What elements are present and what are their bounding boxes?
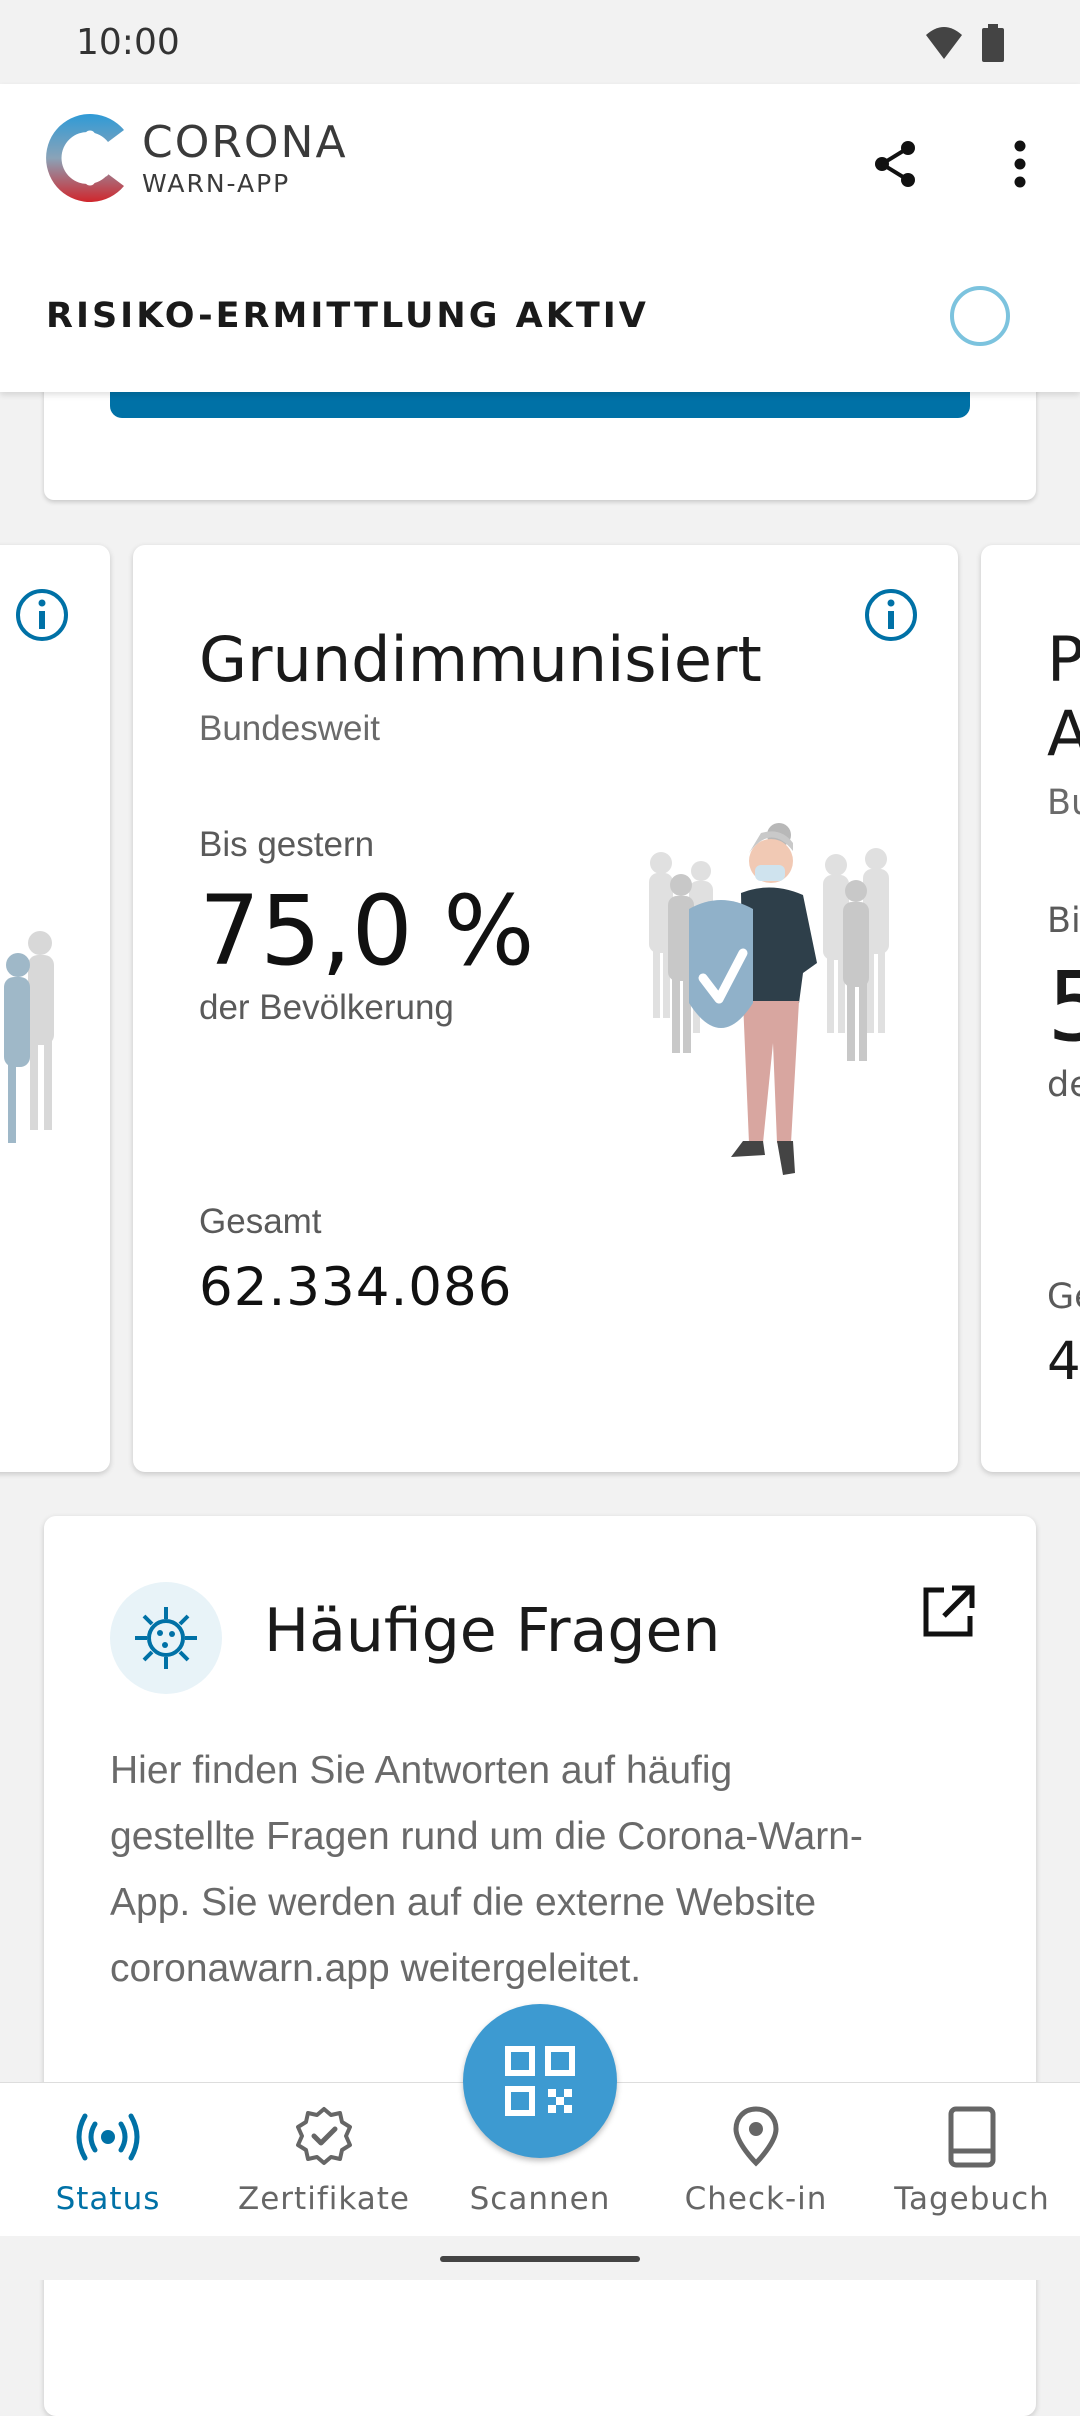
virus-icon: [110, 1582, 222, 1694]
period-label: Bis gestern: [199, 825, 375, 864]
logo-text-line2: WARN-APP: [142, 168, 291, 198]
card-title: Grundimmunisiert: [199, 623, 762, 696]
corona-warn-app-logo: CORONA WARN-APP: [42, 108, 348, 208]
vaccinated-person-illustration: [649, 823, 889, 1175]
nav-item-certificates[interactable]: Zertifikate: [216, 2105, 432, 2217]
book-icon: [948, 2106, 996, 2168]
nav-item-check-in[interactable]: Check-in: [648, 2105, 864, 2217]
card-title-fragment-1: P: [1047, 623, 1080, 696]
app-bar: CORONA WARN-APP RISIKO-ERMITTLUNG AKTIV: [0, 84, 1080, 392]
share-icon[interactable]: [868, 136, 924, 192]
stat-card-basic-immunization[interactable]: Grundimmunisiert Bundesweit Bis gestern …: [133, 545, 958, 1472]
logo-icon: [46, 114, 124, 202]
home-gesture-handle[interactable]: [440, 2256, 640, 2262]
nav-label: Status: [55, 2181, 161, 2217]
percentage-fragment: 5: [1047, 951, 1080, 1063]
stat-card-next[interactable]: P A Bu Bi 5 de Ge 4: [981, 545, 1080, 1472]
location-pin-icon: [733, 2106, 779, 2167]
total-value-fragment: 4: [1047, 1331, 1080, 1392]
total-label-fragment: Ge: [1047, 1277, 1080, 1317]
external-link-icon[interactable]: [916, 1580, 980, 1644]
info-icon[interactable]: [14, 587, 70, 643]
nav-label: Scannen: [469, 2181, 611, 2217]
percentage-value: 75,0 %: [199, 875, 535, 987]
risk-status-label: RISIKO-ERMITTLUNG AKTIV: [46, 296, 649, 336]
info-icon[interactable]: [863, 587, 919, 643]
more-options-icon[interactable]: [992, 136, 1048, 192]
stat-card-previous[interactable]: [0, 545, 110, 1472]
nav-label: Check-in: [684, 2181, 828, 2217]
gesture-bar: [0, 2236, 1080, 2280]
broadcast-icon: [76, 2113, 140, 2161]
percentage-caption: der Bevölkerung: [199, 988, 454, 1027]
logo-text-line1: CORONA: [142, 116, 348, 168]
nav-label: Tagebuch: [894, 2181, 1050, 2217]
faq-card[interactable]: Häufige Fragen Hier finden Sie Antworten…: [44, 1516, 1036, 2416]
risk-progress-indicator: [950, 286, 1010, 346]
caption-fragment: de: [1047, 1065, 1080, 1105]
period-label-fragment: Bi: [1047, 901, 1080, 941]
scan-qr-button[interactable]: [463, 2004, 617, 2158]
faq-description: Hier finden Sie Antworten auf häufig ges…: [110, 1749, 863, 1990]
total-value: 62.334.086: [199, 1257, 513, 1318]
card-title-fragment-2: A: [1047, 697, 1080, 770]
total-label: Gesamt: [199, 1202, 322, 1241]
nav-item-diary[interactable]: Tagebuch: [864, 2105, 1080, 2217]
nav-label: Zertifikate: [238, 2181, 410, 2217]
card-subtitle-fragment: Bu: [1047, 783, 1080, 823]
faq-title: Häufige Fragen: [264, 1596, 721, 1666]
card-subtitle: Bundesweit: [199, 709, 380, 748]
nav-item-status[interactable]: Status: [0, 2105, 216, 2217]
qr-code-icon: [505, 2046, 575, 2116]
certificate-badge-icon: [296, 2107, 352, 2165]
people-illustration-fragment: [4, 931, 54, 1143]
